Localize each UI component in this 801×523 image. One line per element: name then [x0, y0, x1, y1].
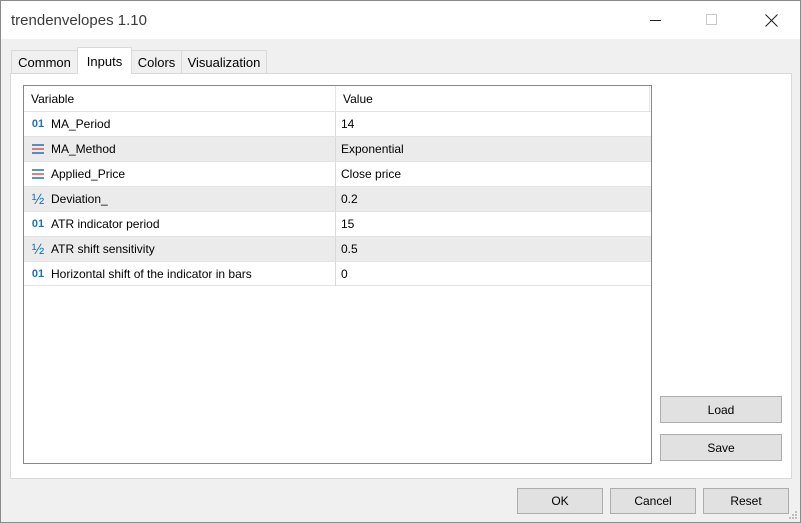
variable-cell: 01 ATR indicator period — [24, 212, 336, 236]
variable-name: MA_Period — [51, 117, 111, 131]
value-cell[interactable]: Exponential — [336, 137, 650, 161]
ok-button[interactable]: OK — [517, 488, 603, 514]
tab-colors[interactable]: Colors — [131, 50, 182, 74]
title-bar[interactable]: trendenvelopes 1.10 — [1, 1, 800, 39]
variable-cell: Applied_Price — [24, 162, 336, 186]
value-cell[interactable]: Close price — [336, 162, 650, 186]
tab-visualization[interactable]: Visualization — [181, 50, 267, 74]
dialog-window: trendenvelopes 1.10 Common Inputs Colors… — [0, 0, 801, 523]
tab-common[interactable]: Common — [11, 50, 78, 74]
variable-cell: 01 MA_Period — [24, 112, 336, 136]
variable-name: Horizontal shift of the indicator in bar… — [51, 267, 252, 281]
minimize-icon — [650, 20, 661, 21]
save-button[interactable]: Save — [660, 434, 782, 461]
variable-cell: ½ Deviation_ — [24, 187, 336, 211]
window-title: trendenvelopes 1.10 — [11, 12, 147, 29]
cancel-button[interactable]: Cancel — [610, 488, 696, 514]
variable-name: ATR indicator period — [51, 217, 160, 231]
variable-name: MA_Method — [51, 142, 116, 156]
value-cell[interactable]: 14 — [336, 112, 650, 136]
maximize-icon — [706, 14, 717, 25]
close-icon — [764, 13, 778, 27]
double-icon: ½ — [31, 240, 45, 258]
inputs-panel: Variable Value 01 MA_Period 14 MA_Method… — [10, 73, 792, 479]
variable-name: ATR shift sensitivity — [51, 242, 155, 256]
variable-cell: MA_Method — [24, 137, 336, 161]
inputs-grid: Variable Value 01 MA_Period 14 MA_Method… — [23, 85, 652, 464]
enum-icon — [28, 143, 48, 155]
table-row[interactable]: 01 Horizontal shift of the indicator in … — [24, 261, 651, 286]
table-row[interactable]: 01 ATR indicator period 15 — [24, 211, 651, 236]
value-cell[interactable]: 0.2 — [336, 187, 650, 211]
value-cell[interactable]: 0.5 — [336, 237, 650, 261]
value-cell[interactable]: 0 — [336, 262, 650, 286]
table-row[interactable]: 01 MA_Period 14 — [24, 111, 651, 136]
resize-grip-icon[interactable] — [788, 510, 798, 520]
variable-cell: 01 Horizontal shift of the indicator in … — [24, 262, 336, 286]
table-row[interactable]: MA_Method Exponential — [24, 136, 651, 161]
integer-icon: 01 — [31, 268, 45, 280]
table-row[interactable]: ½ Deviation_ 0.2 — [24, 186, 651, 211]
reset-button[interactable]: Reset — [703, 488, 789, 514]
minimize-button[interactable] — [633, 1, 679, 39]
close-button[interactable] — [748, 1, 794, 39]
header-value[interactable]: Value — [336, 86, 650, 111]
header-variable[interactable]: Variable — [24, 86, 336, 111]
double-icon: ½ — [31, 190, 45, 208]
value-cell[interactable]: 15 — [336, 212, 650, 236]
load-button[interactable]: Load — [660, 396, 782, 423]
table-row[interactable]: Applied_Price Close price — [24, 161, 651, 186]
grid-header: Variable Value — [24, 86, 651, 111]
integer-icon: 01 — [31, 118, 45, 130]
variable-name: Applied_Price — [51, 167, 126, 181]
integer-icon: 01 — [31, 218, 45, 230]
variable-cell: ½ ATR shift sensitivity — [24, 237, 336, 261]
table-row[interactable]: ½ ATR shift sensitivity 0.5 — [24, 236, 651, 261]
enum-icon — [28, 168, 48, 180]
maximize-button[interactable] — [689, 1, 735, 39]
variable-name: Deviation_ — [51, 192, 108, 206]
tab-inputs[interactable]: Inputs — [77, 47, 132, 74]
